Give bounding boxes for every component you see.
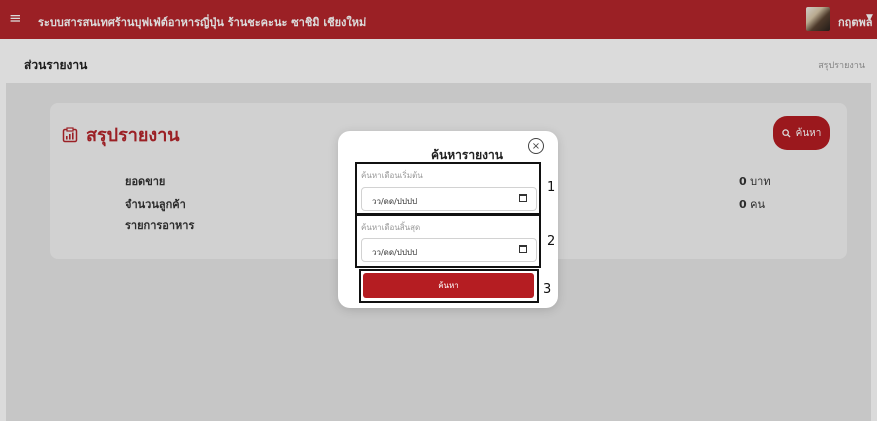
annotation-number-1: 1: [547, 180, 556, 195]
annotation-number-3: 3: [543, 282, 552, 297]
annotation-box-1: [355, 162, 541, 215]
close-icon[interactable]: ×: [528, 138, 544, 154]
annotation-box-3: [359, 269, 539, 303]
annotation-number-2: 2: [547, 234, 556, 249]
annotation-box-2: [355, 214, 541, 268]
